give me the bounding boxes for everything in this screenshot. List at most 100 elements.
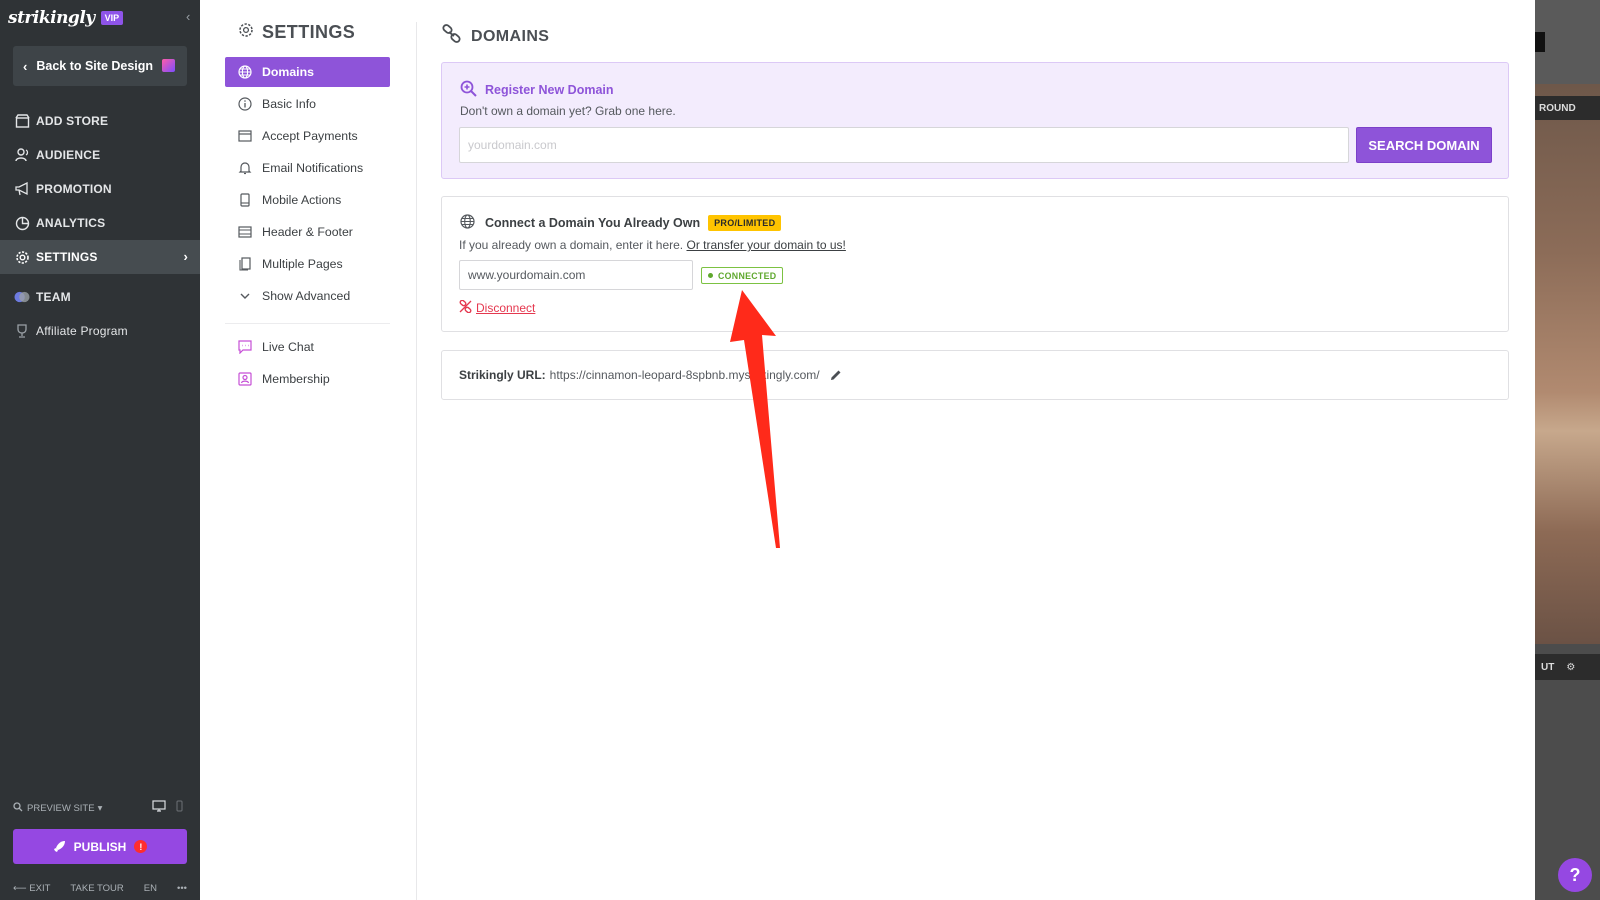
settings-item-accept-payments[interactable]: Accept Payments	[225, 121, 390, 151]
sidebar-item-label: SETTINGS	[36, 250, 98, 264]
gear-icon	[14, 249, 30, 265]
publish-warning-icon: !	[134, 840, 148, 853]
strikingly-url-card: Strikingly URL: https://cinnamon-leopard…	[441, 350, 1509, 400]
exit-icon: ⟵	[13, 882, 30, 894]
settings-item-multiple-pages[interactable]: Multiple Pages	[225, 249, 390, 279]
sidebar-item-audience[interactable]: AUDIENCE	[0, 138, 200, 172]
megaphone-icon	[14, 181, 30, 197]
settings-item-membership[interactable]: Membership	[225, 364, 390, 394]
take-tour-button[interactable]: TAKE TOUR	[70, 883, 123, 894]
brand[interactable]: strikingly VIP	[8, 6, 124, 30]
card-icon	[238, 129, 252, 143]
search-domain-button[interactable]: SEARCH DOMAIN	[1356, 127, 1492, 163]
settings-item-label: Live Chat	[262, 340, 314, 354]
settings-nav-list: Domains Basic Info Accept Payments Email…	[225, 57, 390, 396]
settings-item-live-chat[interactable]: Live Chat	[225, 332, 390, 362]
site-design-icon	[162, 59, 175, 72]
vip-badge: VIP	[100, 11, 124, 25]
preview-layout-button[interactable]: UT ⚙	[1535, 654, 1600, 680]
bell-icon	[238, 161, 252, 175]
caret-down-icon[interactable]: ▾	[98, 803, 103, 814]
transfer-domain-link[interactable]: Or transfer your domain to us!	[686, 238, 845, 252]
settings-item-label: Email Notifications	[262, 161, 364, 175]
store-icon	[14, 113, 30, 129]
subnav-divider	[416, 22, 417, 900]
membership-icon	[238, 372, 252, 386]
settings-nav-divider	[225, 323, 390, 324]
settings-title-label: SETTINGS	[262, 22, 356, 42]
site-preview-strip: ROUND UT ⚙	[1535, 0, 1600, 900]
gear-icon[interactable]: ⚙	[1566, 662, 1575, 673]
settings-item-label: Domains	[262, 65, 314, 79]
disconnect-link[interactable]: Disconnect	[459, 299, 536, 316]
brand-logo[interactable]: strikingly	[8, 8, 95, 28]
domain-field[interactable]	[459, 260, 693, 290]
sidebar-item-analytics[interactable]: ANALYTICS	[0, 206, 200, 240]
zoom-in-icon	[460, 80, 477, 100]
globe-icon	[238, 65, 252, 79]
main-sidebar: strikingly VIP ‹ ‹ Back to Site Design A…	[0, 0, 200, 900]
settings-item-label: Header & Footer	[262, 225, 353, 239]
gear-icon	[238, 22, 254, 43]
sidebar-item-affiliate-program[interactable]: Affiliate Program	[0, 314, 200, 348]
connected-status-badge: CONNECTED	[701, 267, 784, 284]
register-subtitle: Don't own a domain yet? Grab one here.	[460, 104, 676, 118]
sidebar-item-settings[interactable]: SETTINGS ›	[0, 240, 200, 274]
preview-site-row: PREVIEW SITE ▾	[13, 800, 187, 816]
preview-site-button[interactable]: PREVIEW SITE	[27, 803, 95, 814]
settings-item-header-footer[interactable]: Header & Footer	[225, 217, 390, 247]
settings-item-label: Membership	[262, 372, 330, 386]
chevron-right-icon: ›	[183, 249, 188, 264]
settings-item-email-notifications[interactable]: Email Notifications	[225, 153, 390, 183]
settings-item-label: Show Advanced	[262, 289, 351, 303]
help-button[interactable]: ?	[1558, 858, 1592, 892]
disconnect-label: Disconnect	[476, 301, 536, 315]
domain-search-input[interactable]	[459, 127, 1349, 163]
mobile-icon[interactable]	[176, 800, 183, 815]
pages-icon	[238, 257, 252, 271]
settings-item-mobile-actions[interactable]: Mobile Actions	[225, 185, 390, 215]
settings-item-basic-info[interactable]: Basic Info	[225, 89, 390, 119]
exit-label: EXIT	[29, 882, 51, 894]
connected-status-label: CONNECTED	[718, 270, 777, 281]
sidebar-nav: ADD STORE AUDIENCE PROMOTION ANALYTICS S…	[0, 104, 200, 348]
strikingly-url-label: Strikingly URL:	[459, 368, 546, 382]
pro-limited-badge: PRO/LIMITED	[708, 215, 782, 231]
settings-item-label: Mobile Actions	[262, 193, 342, 207]
connect-subtitle: If you already own a domain, enter it he…	[459, 238, 846, 252]
connect-heading-label: Connect a Domain You Already Own	[485, 216, 701, 230]
rocket-icon	[53, 840, 66, 853]
unlink-icon	[459, 299, 472, 316]
page-title: DOMAINS	[441, 24, 549, 49]
search-icon	[13, 801, 23, 815]
sidebar-item-promotion[interactable]: PROMOTION	[0, 172, 200, 206]
chevron-left-icon: ‹	[23, 58, 28, 74]
mobile-icon	[238, 193, 252, 207]
sidebar-item-team[interactable]: TEAM	[0, 280, 200, 314]
exit-button[interactable]: ⟵ EXIT	[13, 883, 50, 894]
preview-background-image	[1535, 84, 1600, 644]
desktop-icon[interactable]	[152, 800, 166, 815]
register-domain-card: Register New Domain Don't own a domain y…	[441, 62, 1509, 179]
more-options-icon[interactable]: •••	[177, 883, 187, 894]
preview-background-button[interactable]: ROUND	[1535, 96, 1600, 120]
strikingly-url-value[interactable]: https://cinnamon-leopard-8spbnb.mystriki…	[550, 368, 820, 382]
back-to-site-design-button[interactable]: ‹ Back to Site Design	[13, 46, 187, 86]
publish-button[interactable]: PUBLISH !	[13, 829, 187, 864]
page-title-label: DOMAINS	[471, 27, 550, 45]
settings-item-domains[interactable]: Domains	[225, 57, 390, 87]
sidebar-item-label: AUDIENCE	[36, 148, 101, 162]
settings-title: SETTINGS	[238, 22, 355, 43]
collapse-sidebar-icon[interactable]: ‹	[186, 9, 190, 24]
sidebar-item-add-store[interactable]: ADD STORE	[0, 104, 200, 138]
language-button[interactable]: EN	[144, 883, 157, 894]
settings-item-show-advanced[interactable]: Show Advanced	[225, 281, 390, 311]
register-heading-label: Register New Domain	[485, 83, 614, 97]
settings-item-label: Accept Payments	[262, 129, 358, 143]
link-icon	[441, 24, 463, 49]
layout-icon	[238, 225, 252, 239]
trophy-icon	[14, 323, 30, 339]
sidebar-item-label: Affiliate Program	[36, 324, 128, 338]
pencil-icon[interactable]	[830, 369, 842, 381]
sidebar-item-label: PROMOTION	[36, 182, 112, 196]
